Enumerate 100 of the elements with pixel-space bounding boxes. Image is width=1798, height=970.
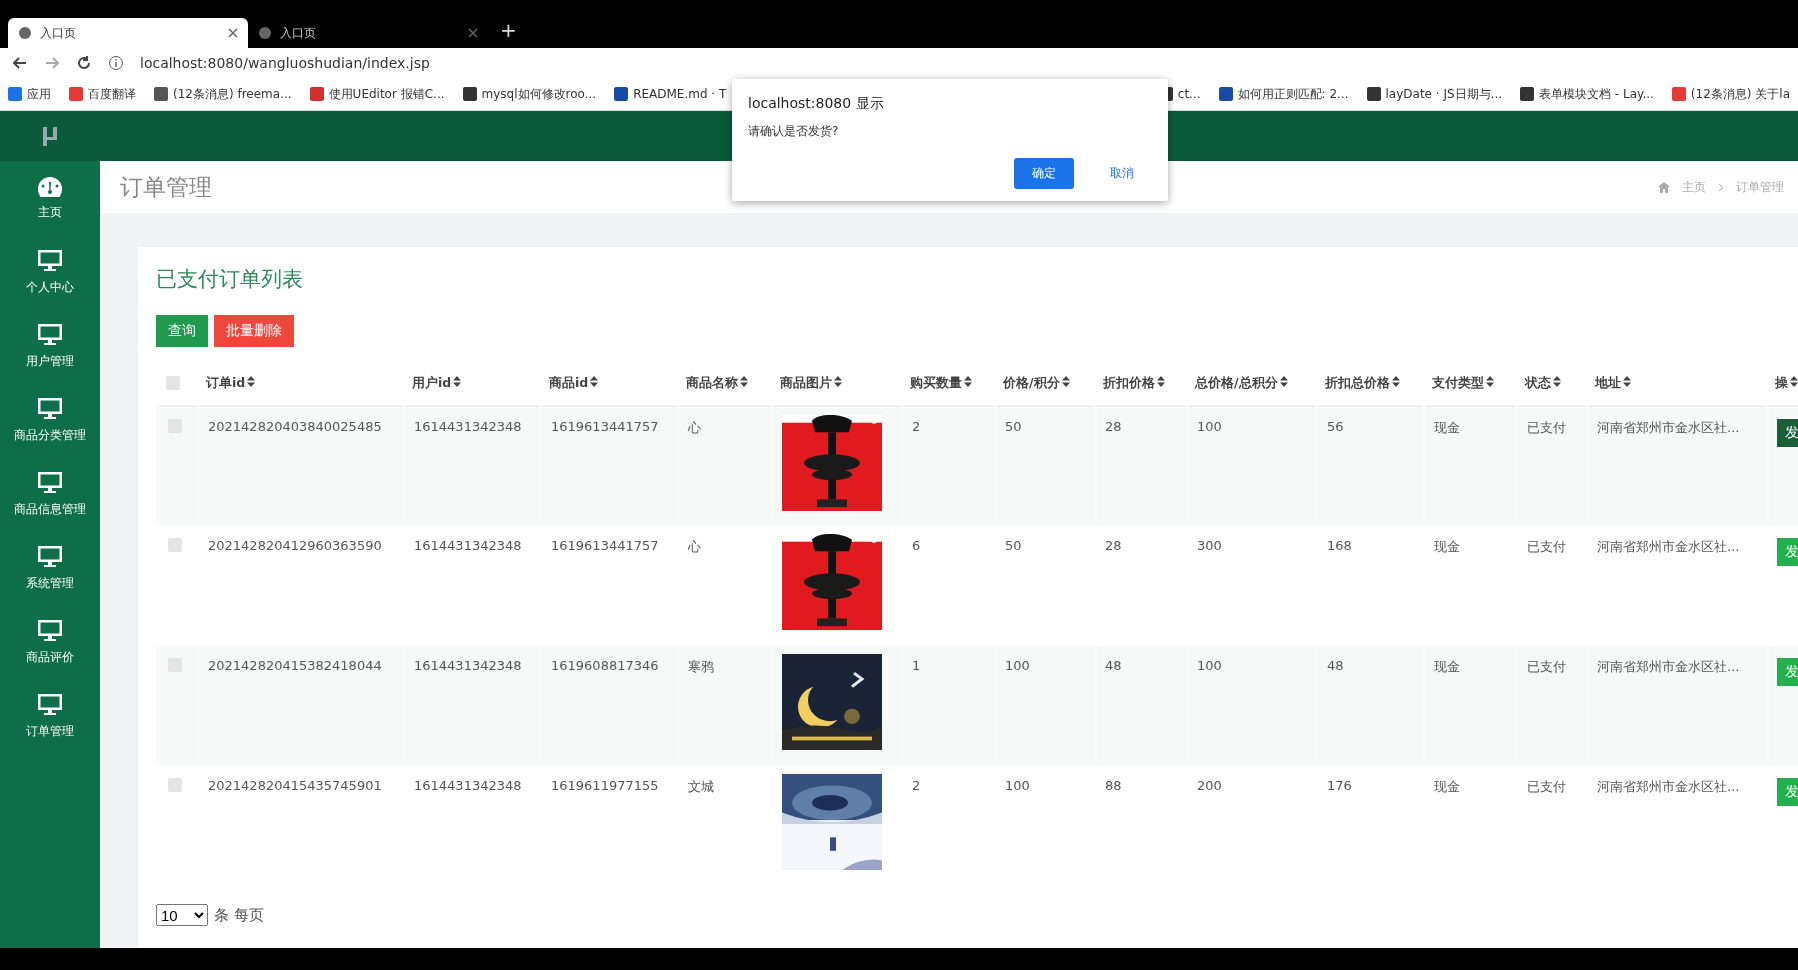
table-cell: 1619613441757: [551, 538, 659, 553]
browser-tab[interactable]: 入口页: [248, 18, 488, 48]
table-cell: 现金: [1434, 659, 1460, 674]
column-header[interactable]: 商品名称: [686, 374, 738, 390]
sort-icon[interactable]: [1623, 375, 1631, 387]
table-cell: 176: [1327, 778, 1352, 793]
bookmark-link[interactable]: mysql如何修改roo...: [481, 85, 597, 103]
new-tab-button[interactable]: +: [488, 18, 529, 42]
page-size-select[interactable]: 10: [156, 904, 208, 926]
column-header[interactable]: 折扣价格: [1103, 374, 1155, 390]
checkbox[interactable]: [166, 376, 180, 390]
sort-icon[interactable]: [1486, 375, 1494, 387]
table-cell: 河南省郑州市金水区社...: [1597, 779, 1740, 794]
sort-icon[interactable]: [834, 375, 842, 387]
sidebar-label: 个人中心: [26, 278, 74, 296]
table-cell: 河南省郑州市金水区社...: [1597, 539, 1740, 554]
bookmark-link[interactable]: (12条消息) 关于la: [1690, 85, 1790, 103]
bookmark-link[interactable]: 表单模块文档 - Lay...: [1539, 85, 1654, 103]
table-cell: 56: [1327, 419, 1344, 434]
table-cell: 1614431342348: [414, 658, 522, 673]
sort-icon[interactable]: [590, 375, 599, 387]
favicon-icon: [8, 87, 22, 101]
bookmark-link[interactable]: 如何用正则匹配: 2...: [1237, 85, 1349, 103]
ship-button[interactable]: 发: [1777, 419, 1798, 447]
reload-icon[interactable]: [76, 55, 92, 71]
table-cell: 168: [1327, 538, 1352, 553]
column-header[interactable]: 操: [1775, 374, 1788, 390]
close-icon[interactable]: [228, 28, 238, 38]
table-cell: 28: [1105, 419, 1122, 434]
sort-icon[interactable]: [1790, 375, 1798, 387]
sidebar-item[interactable]: 订单管理: [0, 679, 100, 753]
browser-tab[interactable]: 入口页: [8, 18, 248, 48]
bookmark-link[interactable]: 应用: [27, 85, 51, 103]
favicon-icon: [614, 87, 629, 101]
logo-icon: [42, 125, 58, 147]
table-cell: 1619611977155: [551, 778, 659, 793]
bookmark-link[interactable]: layDate · JS日期与...: [1385, 85, 1502, 103]
sidebar-item[interactable]: 商品评价: [0, 605, 100, 679]
checkbox[interactable]: [168, 538, 182, 552]
sidebar-item[interactable]: 个人中心: [0, 235, 100, 309]
table-cell: 1614431342348: [414, 419, 522, 434]
column-header[interactable]: 订单id: [206, 374, 246, 390]
bookmark-link[interactable]: 使用UEditor 报错C...: [328, 85, 445, 103]
bookmark-link[interactable]: ct...: [1177, 87, 1201, 101]
table-cell: 202142820415382418044: [208, 658, 382, 673]
sidebar-item[interactable]: 用户管理: [0, 309, 100, 383]
sort-icon[interactable]: [1279, 375, 1288, 387]
checkbox[interactable]: [168, 778, 182, 792]
sidebar-item[interactable]: 系统管理: [0, 531, 100, 605]
column-header[interactable]: 状态: [1525, 374, 1551, 390]
table-cell: 已支付: [1527, 420, 1566, 435]
column-header[interactable]: 地址: [1595, 374, 1621, 390]
column-header[interactable]: 购买数量: [910, 374, 962, 390]
column-header[interactable]: 总价格/总积分: [1195, 374, 1278, 390]
table-cell: 1: [912, 658, 921, 673]
url-field[interactable]: localhost:8080/wangluoshudian/index.jsp: [140, 55, 430, 71]
favicon-icon: [1218, 87, 1233, 101]
bookmark-link[interactable]: (12条消息) freema...: [173, 85, 292, 103]
sidebar-item[interactable]: 商品信息管理: [0, 457, 100, 531]
table-cell: 已支付: [1527, 779, 1566, 794]
monitor-icon: [37, 322, 63, 347]
favicon-icon: [462, 87, 477, 101]
query-button[interactable]: 查询: [156, 315, 208, 347]
bookmark-link[interactable]: 百度翻译: [88, 85, 136, 103]
favicon-icon: [309, 87, 324, 101]
monitor-icon: [37, 544, 63, 569]
home-icon: [1658, 181, 1670, 193]
sort-icon[interactable]: [740, 375, 748, 387]
column-header[interactable]: 商品图片: [780, 374, 832, 390]
table-cell: 202142820412960363590: [208, 538, 382, 553]
sort-icon[interactable]: [964, 375, 972, 387]
sort-icon[interactable]: [1553, 375, 1561, 387]
sidebar-item[interactable]: 商品分类管理: [0, 383, 100, 457]
bookmark-link[interactable]: README.md · T: [633, 87, 727, 101]
sort-icon[interactable]: [1157, 375, 1165, 387]
sidebar-label: 订单管理: [26, 722, 74, 740]
card-title: 已支付订单列表: [156, 266, 304, 293]
column-header[interactable]: 用户id: [412, 374, 452, 390]
sort-icon[interactable]: [1061, 375, 1070, 387]
close-icon[interactable]: [468, 28, 478, 38]
table-cell: 河南省郑州市金水区社...: [1597, 659, 1740, 674]
table-cell: 100: [1197, 658, 1222, 673]
column-header[interactable]: 价格/积分: [1003, 374, 1060, 390]
table-cell: 已支付: [1527, 539, 1566, 554]
sort-icon[interactable]: [453, 375, 462, 387]
table-cell: 202142820403840025485: [208, 419, 382, 434]
ok-button[interactable]: 确定: [1014, 158, 1074, 189]
table-cell: 202142820415435745901: [208, 778, 382, 793]
back-icon[interactable]: [12, 55, 28, 71]
delete-button[interactable]: 批量删除: [214, 315, 294, 347]
table-cell: 100: [1197, 419, 1222, 434]
sort-icon[interactable]: [1392, 375, 1400, 387]
page-size-label: 条 每页: [214, 905, 264, 925]
column-header[interactable]: 折扣总价格: [1325, 374, 1390, 390]
table-cell: 28: [1105, 538, 1122, 553]
sidebar-item[interactable]: 主页: [0, 161, 100, 235]
monitor-icon: [37, 248, 63, 273]
column-header[interactable]: 支付类型: [1432, 374, 1484, 390]
column-header[interactable]: 商品id: [549, 374, 589, 390]
sort-icon[interactable]: [247, 375, 256, 387]
